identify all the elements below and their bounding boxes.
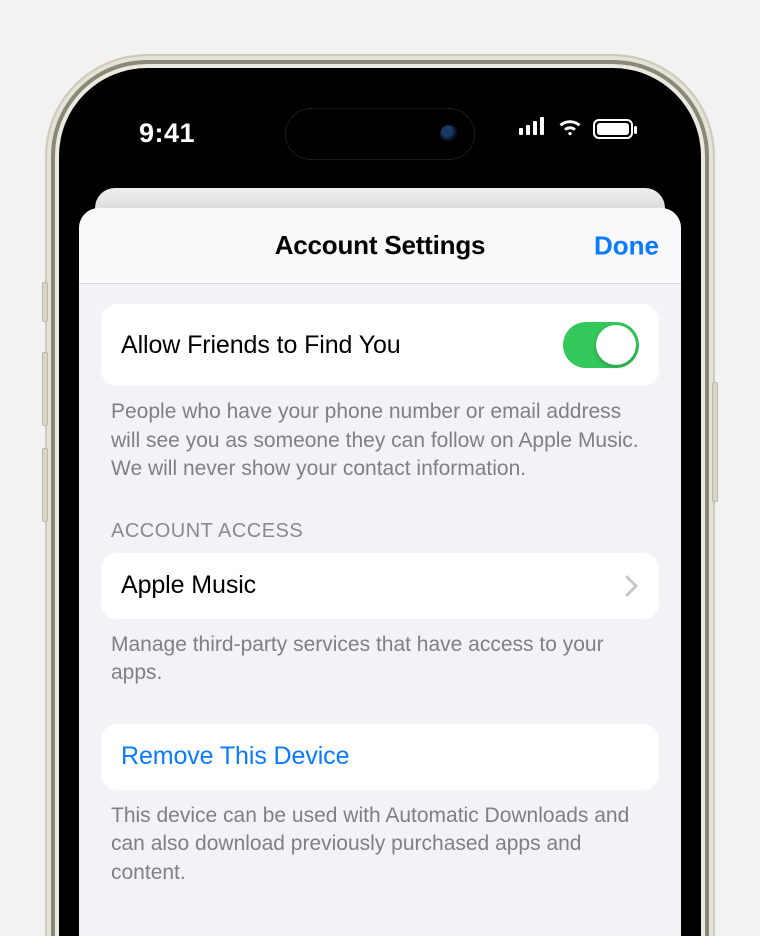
allow-friends-cell[interactable]: Allow Friends to Find You	[101, 304, 659, 386]
remove-device-footer: This device can be used with Automatic D…	[111, 802, 649, 888]
toggle-knob	[596, 325, 636, 365]
apple-music-cell[interactable]: Apple Music	[101, 553, 659, 619]
chevron-right-icon	[625, 575, 639, 597]
side-switch	[42, 282, 48, 322]
settings-sheet: Account Settings Done Allow Friends to F…	[79, 208, 681, 936]
remove-device-label: Remove This Device	[121, 742, 349, 771]
cellular-icon	[519, 117, 547, 140]
iphone-body: 9:41	[47, 56, 713, 936]
sheet-header: Account Settings Done	[79, 208, 681, 284]
group-remove-device: Remove This Device This device can be us…	[101, 724, 659, 888]
volume-down-button	[42, 448, 48, 522]
allow-friends-label: Allow Friends to Find You	[121, 331, 401, 360]
battery-icon	[593, 119, 633, 139]
remove-device-cell[interactable]: Remove This Device	[101, 724, 659, 790]
group-find-friends: Allow Friends to Find You People who hav…	[101, 304, 659, 484]
wifi-icon	[557, 116, 583, 141]
apple-music-label: Apple Music	[121, 571, 256, 600]
sheet-body: Allow Friends to Find You People who hav…	[79, 284, 681, 936]
status-icons	[519, 116, 633, 141]
power-button	[712, 382, 718, 502]
account-access-footer: Manage third-party services that have ac…	[111, 631, 649, 688]
status-time: 9:41	[139, 118, 195, 149]
screen: 9:41	[79, 88, 681, 936]
done-button[interactable]: Done	[594, 230, 659, 261]
find-friends-footer: People who have your phone number or ema…	[111, 398, 649, 484]
dynamic-island	[285, 108, 475, 160]
bezel: 9:41	[59, 68, 701, 936]
account-access-header: ACCOUNT ACCESS	[111, 520, 649, 543]
page-title: Account Settings	[275, 230, 486, 261]
volume-up-button	[42, 352, 48, 426]
group-account-access: ACCOUNT ACCESS Apple Music Manage third-…	[101, 520, 659, 688]
canvas: 9:41	[0, 0, 760, 936]
allow-friends-toggle[interactable]	[563, 322, 639, 368]
